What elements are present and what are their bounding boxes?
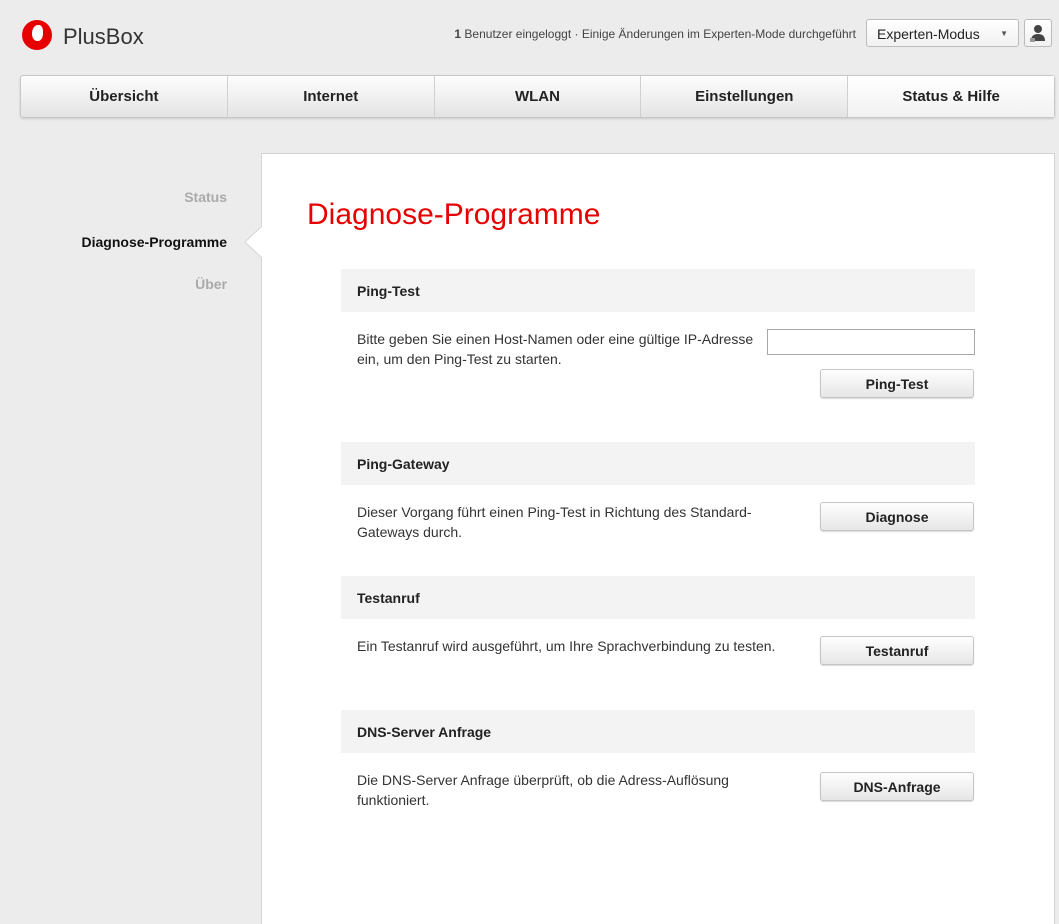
host-input[interactable] <box>767 329 975 355</box>
diagnose-button[interactable]: Diagnose <box>820 502 974 531</box>
sidebar-item-diagnose-programme[interactable]: Diagnose-Programme <box>82 234 227 250</box>
tab-status-hilfe[interactable]: Status & Hilfe <box>848 76 1054 117</box>
section-description: Bitte geben Sie einen Host-Namen oder ei… <box>357 331 754 367</box>
tab-wlan[interactable]: WLAN <box>435 76 642 117</box>
mode-select-value: Experten-Modus <box>877 26 980 42</box>
mode-select[interactable]: Experten-Modus ▼ <box>866 19 1019 47</box>
section-dns-anfrage: DNS-Server Anfrage Die DNS-Server Anfrag… <box>341 710 975 808</box>
section-heading: Testanruf <box>341 576 975 619</box>
testanruf-button[interactable]: Testanruf <box>820 636 974 665</box>
section-heading: Ping-Gateway <box>341 442 975 485</box>
content-panel: Diagnose-Programme Ping-Test Bitte geben… <box>261 153 1055 924</box>
tab-uebersicht[interactable]: Übersicht <box>21 76 228 117</box>
top-header: PlusBox 1 Benutzer eingeloggt · Einige Ä… <box>0 0 1059 74</box>
login-status: 1 Benutzer eingeloggt · Einige Änderunge… <box>454 27 856 41</box>
chevron-down-icon: ▼ <box>1000 29 1008 38</box>
brand-name: PlusBox <box>63 24 144 49</box>
section-heading: Ping-Test <box>341 269 975 312</box>
main-nav-tabs: Übersicht Internet WLAN Einstellungen St… <box>20 75 1055 118</box>
tab-internet[interactable]: Internet <box>228 76 435 117</box>
section-heading: DNS-Server Anfrage <box>341 710 975 753</box>
section-ping-gateway: Ping-Gateway Dieser Vorgang führt einen … <box>341 442 975 540</box>
vodafone-logo-icon <box>22 20 52 50</box>
user-button[interactable] <box>1024 19 1052 47</box>
ping-test-button[interactable]: Ping-Test <box>820 369 974 398</box>
login-status-text: Benutzer eingeloggt · Einige Änderungen … <box>461 27 856 41</box>
user-icon <box>1030 25 1045 42</box>
page-title: Diagnose-Programme <box>307 198 601 231</box>
tab-einstellungen[interactable]: Einstellungen <box>641 76 849 117</box>
section-description: Ein Testanruf wird ausgeführt, um Ihre S… <box>357 638 776 654</box>
dns-anfrage-button[interactable]: DNS-Anfrage <box>820 772 974 801</box>
section-description: Die DNS-Server Anfrage überprüft, ob die… <box>357 772 729 808</box>
sidebar-item-ueber[interactable]: Über <box>195 276 227 292</box>
section-ping-test: Ping-Test Bitte geben Sie einen Host-Nam… <box>341 269 975 398</box>
sidebar-item-status[interactable]: Status <box>184 189 227 205</box>
active-item-pointer <box>245 226 263 258</box>
section-description: Dieser Vorgang führt einen Ping-Test in … <box>357 504 752 540</box>
section-testanruf: Testanruf Ein Testanruf wird ausgeführt,… <box>341 576 975 665</box>
